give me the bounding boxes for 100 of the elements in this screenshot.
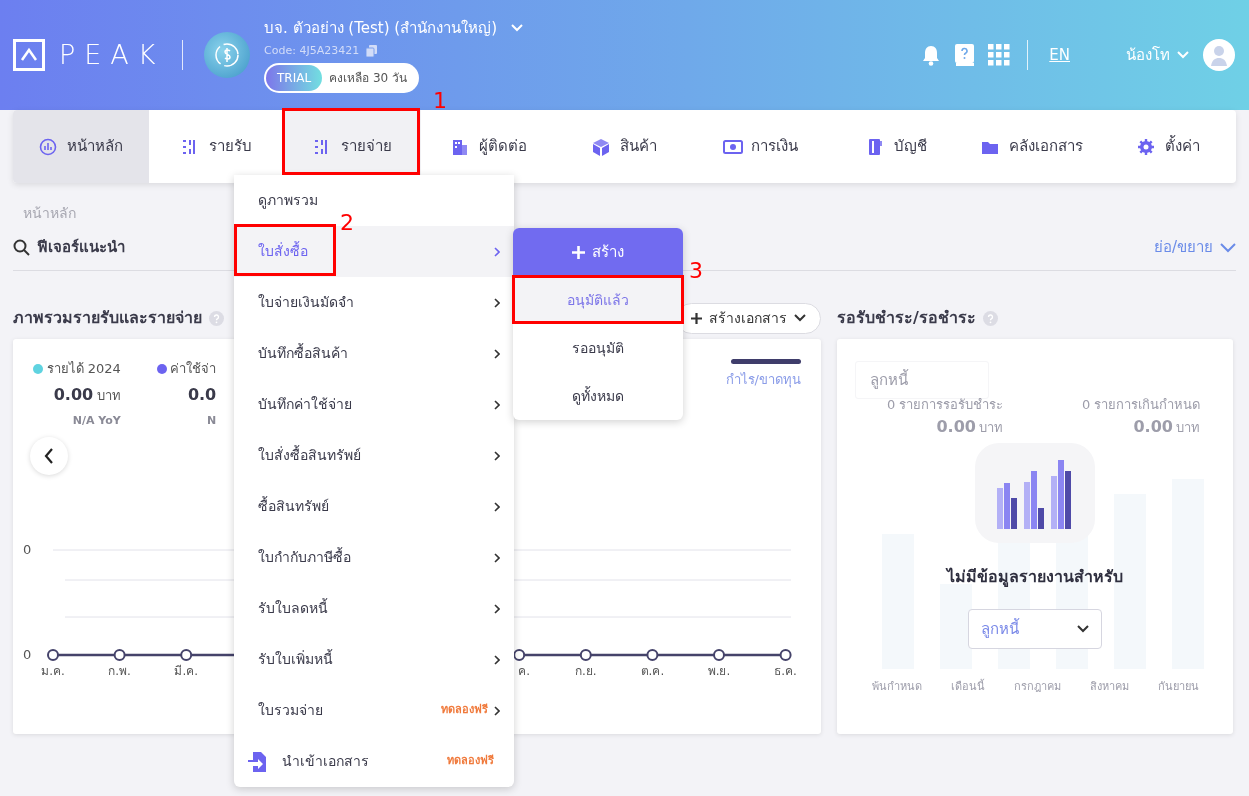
nav-tab[interactable]: หน้าหลัก xyxy=(13,110,149,183)
legend-label: ค่าใช้จ่า xyxy=(170,360,217,378)
faded-amount: 0.00 xyxy=(936,415,976,438)
nav-tab[interactable]: บัญชี xyxy=(828,110,965,183)
legend-label: กำไร/ขาดทุน xyxy=(725,371,801,390)
plus-icon xyxy=(572,245,585,259)
search-icon xyxy=(13,239,30,256)
step-number: 3 xyxy=(689,260,703,282)
trial-badge: TRIAL xyxy=(266,65,323,91)
faded-axis-label: กันยายน xyxy=(1157,679,1199,695)
submenu-item[interactable]: ดูทั้งหมด xyxy=(513,372,683,420)
chevron-left-icon xyxy=(44,448,54,464)
axis-label: พ.ย. xyxy=(707,664,731,678)
banknote-icon xyxy=(722,137,743,156)
trial-tag: ทดลองฟรี xyxy=(447,753,494,770)
trial-remaining: คงเหลือ 30 วัน xyxy=(329,70,408,87)
chevron-right-icon xyxy=(494,246,500,257)
chevron-right-icon xyxy=(494,450,500,461)
help-icon xyxy=(982,310,998,326)
logo: PEAK xyxy=(59,37,165,72)
user-avatar[interactable] xyxy=(1203,39,1235,71)
company-code: Code: 4J5A23421 xyxy=(264,43,360,59)
faded-unit: บาท xyxy=(979,418,1004,437)
submenu-item[interactable]: อนุมัติแล้ว xyxy=(513,276,683,324)
settings-icon xyxy=(1136,137,1157,156)
trial-tag: ทดลองฟรี xyxy=(441,702,488,719)
menu-item[interactable]: รับใบเพิ่มหนี้ xyxy=(234,634,514,685)
chevron-right-icon xyxy=(494,552,500,563)
nav-tab[interactable]: สินค้า xyxy=(556,110,693,183)
previous-button[interactable] xyxy=(30,437,68,475)
faded-axis-label: กรกฎาคม xyxy=(1013,679,1061,695)
faded-axis-label: พ้นกำหนด xyxy=(871,679,922,695)
chevron-right-icon xyxy=(494,603,500,614)
axis-label: ค. xyxy=(518,664,531,678)
menu-item[interactable]: รับใบลดหนี้ xyxy=(234,583,514,634)
nav-tab[interactable]: ตั้งค่า xyxy=(1100,110,1236,183)
section-title: ภาพรวมรายรับและรายจ่าย xyxy=(13,307,202,329)
copy-icon[interactable] xyxy=(366,45,378,58)
faded-amount: 0.00 xyxy=(1133,415,1173,438)
step-number: 1 xyxy=(433,90,447,112)
nav-tab[interactable]: ผู้ติดต่อ xyxy=(420,110,557,183)
unit-label: บาท xyxy=(96,386,121,405)
axis-label: มี.ค. xyxy=(174,664,198,678)
chevron-down-icon xyxy=(511,24,524,33)
help-book-icon[interactable] xyxy=(954,44,974,66)
chevron-down-icon xyxy=(1177,51,1189,59)
logo-icon xyxy=(13,39,45,71)
chevron-right-icon xyxy=(494,654,500,665)
axis-label: 0 xyxy=(23,647,32,662)
menu-item[interactable]: ใบจ่ายเงินมัดจำ xyxy=(234,277,514,328)
chevron-down-icon xyxy=(1077,625,1089,633)
cube-icon xyxy=(592,137,612,156)
menu-item[interactable]: ใบสั่งซื้อสินทรัพย์ xyxy=(234,430,514,481)
bar-chart-icon xyxy=(975,443,1095,543)
faded-axis-label: เดือนนี้ xyxy=(950,679,985,695)
faded-axis-label: สิงหาคม xyxy=(1089,679,1129,695)
chevron-down-icon xyxy=(1220,242,1236,253)
chevron-right-icon xyxy=(494,705,500,716)
legend-amount: 0.0 xyxy=(187,383,217,406)
chevron-right-icon xyxy=(494,297,500,308)
yoy-label: N xyxy=(207,412,217,429)
chevron-right-icon xyxy=(494,399,500,410)
plus-icon xyxy=(691,312,702,324)
menu-item[interactable]: ใบกำกับภาษีซื้อ xyxy=(234,532,514,583)
menu-item[interactable]: ใบรวมจ่าย ทดลองฟรี xyxy=(234,685,514,736)
menu-item[interactable]: นำเข้าเอกสาร ทดลองฟรี xyxy=(234,736,514,787)
axis-label: ก.ย. xyxy=(575,664,597,678)
chevron-right-icon xyxy=(494,348,500,359)
empty-message: ไม่มีข้อมูลรายงานสำหรับ xyxy=(947,566,1123,589)
company-name: บจ. ตัวอย่าง (Test) (สำนักงานใหญ่) xyxy=(264,18,498,39)
legend-line xyxy=(731,359,801,364)
legend-amount: 0.00 xyxy=(53,383,94,406)
breadcrumb: หน้าหลัก xyxy=(23,205,76,221)
dashboard-icon xyxy=(38,137,59,156)
menu-item[interactable]: ซื้อสินทรัพย์ xyxy=(234,481,514,532)
axis-label: ม.ค. xyxy=(41,664,65,678)
faded-label: 0 รายการเกินกำหนด xyxy=(1082,396,1201,414)
section-heading: ฟีเจอร์แนะนำ xyxy=(37,237,125,259)
company-dropdown[interactable] xyxy=(511,24,524,33)
menu-item[interactable]: บันทึกค่าใช้จ่าย xyxy=(234,379,514,430)
yoy-label: N/A YoY xyxy=(72,412,121,429)
axis-label: 0 xyxy=(23,542,32,557)
nav-tab[interactable]: การเงิน xyxy=(692,110,829,183)
bell-icon[interactable] xyxy=(920,44,941,66)
chevron-right-icon xyxy=(494,501,500,512)
faded-unit: บาท xyxy=(1176,418,1201,437)
axis-label: ต.ค. xyxy=(640,664,665,678)
file-import-icon xyxy=(248,751,268,772)
axis-label: ก.พ. xyxy=(108,664,131,678)
legend-label: รายได้ 2024 xyxy=(46,360,121,378)
menu-item[interactable]: บันทึกซื้อสินค้า xyxy=(234,328,514,379)
dollar-icon xyxy=(214,42,241,68)
section-title: รอรับชำระ/รอชำระ xyxy=(837,307,976,329)
axis-label: ธ.ค. xyxy=(774,664,797,678)
create-button[interactable]: สร้าง xyxy=(513,228,683,276)
faded-label: 0 รายการรอรับชำระ xyxy=(887,396,1004,414)
nav-tab[interactable]: คลังเอกสาร xyxy=(964,110,1101,183)
apps-grid-icon[interactable] xyxy=(987,44,1010,66)
chevron-down-icon xyxy=(794,314,806,322)
help-icon xyxy=(209,310,224,326)
